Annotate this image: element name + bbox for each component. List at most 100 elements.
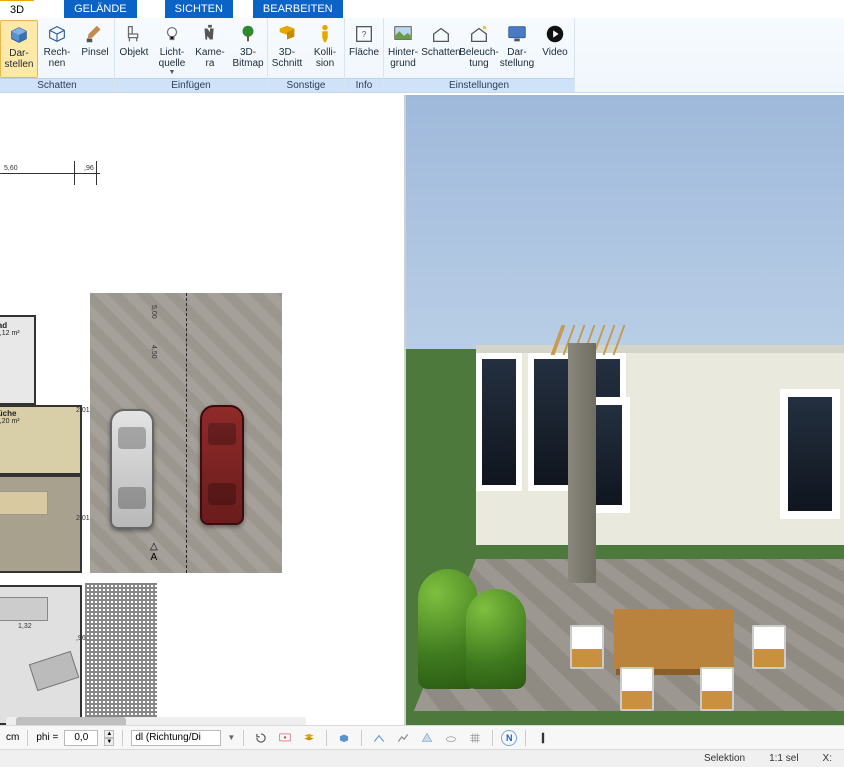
tab-3d[interactable]: 3D [0,0,34,18]
rechnen-label: Rech- nen [44,48,71,69]
phi-input[interactable] [64,730,98,746]
group-sonstige: 3D- Schnitt Kolli- sion Sonstige [268,18,345,92]
bulb-icon [160,22,184,46]
cube-icon [7,23,31,47]
objekt-button[interactable]: Objekt [115,20,153,78]
schnitt-label: 3D- Schnitt [272,48,303,69]
status-scale: 1:1 sel [769,753,798,764]
bottom-toolbar: cm phi = ▲▼ ▼ N [0,725,844,749]
hintergrund-button[interactable]: Hinter- grund [384,20,422,78]
beleuchtung-label: Beleuch- tung [459,48,498,69]
brush-icon [83,22,107,46]
status-x: X: [823,753,832,764]
landscape-icon [391,22,415,46]
group-einstellungen: Hinter- grund Schatten Beleuch- tung Dar… [384,18,575,92]
dl-dropdown-icon[interactable]: ▼ [227,733,235,742]
undo-icon[interactable] [252,729,270,747]
dim-201b: 2,01 [76,515,90,522]
room-garage [0,585,82,725]
phi-spinner[interactable]: ▲▼ [104,730,114,746]
section-icon [275,22,299,46]
car-silver [110,409,154,529]
table-plan [0,491,48,515]
workspace: 5,60 ,96 5,00 4,50 11,00 Bad14,12 m² Küc… [0,95,844,729]
chair-1 [570,625,604,669]
beleuchtung-button[interactable]: Beleuch- tung [460,20,498,78]
chair-4 [700,667,734,711]
camera-icon [198,22,222,46]
kollision-button[interactable]: Kolli- sion [306,20,344,78]
svg-text:?: ? [362,30,367,39]
phi-label: phi = [36,732,58,743]
status-selektion: Selektion [704,753,745,764]
marker-a: △ A [150,541,158,563]
kueche-label: Küche19,20 m² [0,409,20,425]
chair-3 [620,667,654,711]
group-einfuegen-label: Einfügen [115,78,267,92]
dim-132: 1,32 [18,623,32,630]
grid-icon[interactable] [466,729,484,747]
tab-bar: 3D GELÄNDE SICHTEN BEARBEITEN [0,0,844,18]
group-info-label: Info [345,78,383,92]
rechnen-button[interactable]: Rech- nen [38,20,76,78]
group-schatten-label: Schatten [0,78,114,92]
snap-1-icon[interactable] [370,729,388,747]
tab-bearbeiten[interactable]: BEARBEITEN [253,0,343,18]
kamera-button[interactable]: Kame- ra [191,20,229,78]
sky [406,95,844,349]
video-button[interactable]: Video [536,20,574,78]
tab-sichten[interactable]: SICHTEN [165,0,233,18]
unit-cm[interactable]: cm [6,732,19,743]
bush-2 [466,589,526,689]
group-schatten: Dar- stellen Rech- nen Pinsel Schatten [0,18,115,92]
pinsel-label: Pinsel [81,48,108,59]
objekt-label: Objekt [120,48,149,59]
flaeche-label: Fläche [349,48,379,59]
car-red [200,405,244,525]
ribbon: Dar- stellen Rech- nen Pinsel Schatten O… [0,18,844,93]
post [568,343,596,583]
layers-icon[interactable] [300,729,318,747]
3d-view[interactable] [406,95,844,729]
calc-cube-icon [45,22,69,46]
flaeche-button[interactable]: ? Fläche [345,20,383,78]
darstellen-button[interactable]: Dar- stellen [0,20,38,78]
patio-table [614,609,734,669]
darstellung-label: Dar- stellung [500,48,534,69]
ruler-icon[interactable] [534,729,552,747]
chair-2 [752,625,786,669]
darstellung-button[interactable]: Dar- stellung [498,20,536,78]
tab-gelaende[interactable]: GELÄNDE [64,0,137,18]
house-light-icon [467,22,491,46]
group-info: ? Fläche Info [345,18,384,92]
house-shadow-icon [429,22,453,46]
snap-3-icon[interactable] [418,729,436,747]
center-line [186,293,187,573]
pinsel-button[interactable]: Pinsel [76,20,114,78]
dim-500: 5,00 [150,305,157,319]
screen-icon[interactable] [276,729,294,747]
kollision-label: Kolli- sion [314,48,336,69]
floor-plan: 5,00 4,50 11,00 Bad14,12 m² Küche19,20 m… [0,145,370,705]
snap-4-icon[interactable] [442,729,460,747]
video-label: Video [542,48,567,59]
dl-input[interactable] [131,730,221,746]
schnitt-button[interactable]: 3D- Schnitt [268,20,306,78]
person-icon [313,22,337,46]
n-icon[interactable]: N [501,730,517,746]
lichtquelle-button[interactable]: Licht- quelle ▼ [153,20,191,78]
house [476,345,844,545]
cube-small-icon[interactable] [335,729,353,747]
area-icon: ? [352,22,376,46]
schatten2-label: Schatten [421,48,460,59]
lichtquelle-label: Licht- quelle [159,48,186,69]
snap-2-icon[interactable] [394,729,412,747]
schatten2-button[interactable]: Schatten [422,20,460,78]
car-plan [29,651,79,691]
group-sonstige-label: Sonstige [268,78,344,92]
bitmap-button[interactable]: 3D- Bitmap [229,20,267,78]
bitmap-label: 3D- Bitmap [232,48,263,69]
tab-spacer [34,0,64,18]
plan-view[interactable]: 5,60 ,96 5,00 4,50 11,00 Bad14,12 m² Küc… [0,95,406,729]
monitor-icon [505,22,529,46]
